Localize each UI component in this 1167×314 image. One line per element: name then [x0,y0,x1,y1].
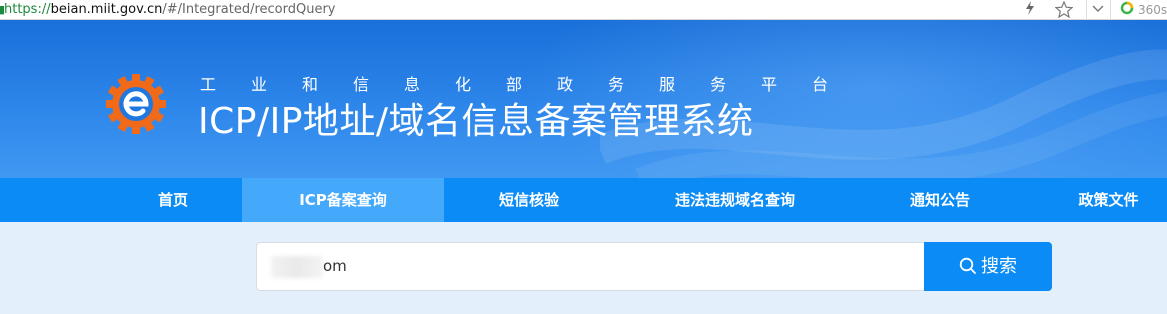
star-icon[interactable] [1054,0,1074,19]
nav-item-icp-query[interactable]: ICP备案查询 [242,178,444,222]
nav-item-home[interactable]: 首页 [124,178,222,222]
nav-item-policies[interactable]: 政策文件 [1050,178,1167,222]
browser-address-bar: ▮ https://beian.miit.gov.cn/#/Integrated… [0,0,1167,20]
chevron-down-icon[interactable] [1090,1,1106,19]
nav-item-sms-verify[interactable]: 短信核验 [470,178,588,222]
address-divider [1110,0,1111,20]
header-subtitle: 工业和信息化部政务服务平台 [200,75,828,94]
site-header: 工业和信息化部政务服务平台 ICP/IP地址/域名信息备案管理系统 [0,20,1167,178]
nav-item-illegal-domain-query[interactable]: 违法违规域名查询 [640,178,830,222]
search-button-label: 搜索 [981,256,1017,277]
nav-item-notices[interactable]: 通知公告 [880,178,1000,222]
url-host: beian.miit.gov.cn [50,2,163,17]
page-title: ICP/IP地址/域名信息备案管理系统 [198,101,754,142]
url-field[interactable]: https://beian.miit.gov.cn/#/Integrated/r… [4,1,336,19]
url-scheme: https:// [4,2,51,17]
search-area: om 搜索 [0,222,1167,314]
lightning-icon[interactable] [1022,1,1038,19]
search-input-value: om [323,257,347,275]
main-nav: 首页 ICP备案查询 短信核验 违法违规域名查询 通知公告 政策文件 [0,178,1167,222]
extension-label: 360s [1138,3,1167,17]
address-divider [1086,0,1087,20]
search-icon [959,257,976,274]
redacted-text [271,256,323,278]
search-input[interactable]: om [256,242,926,291]
url-path: /#/Integrated/recordQuery [162,2,336,17]
search-button[interactable]: 搜索 [924,242,1052,291]
gov-logo-icon [106,74,166,134]
360-icon[interactable] [1118,1,1136,19]
